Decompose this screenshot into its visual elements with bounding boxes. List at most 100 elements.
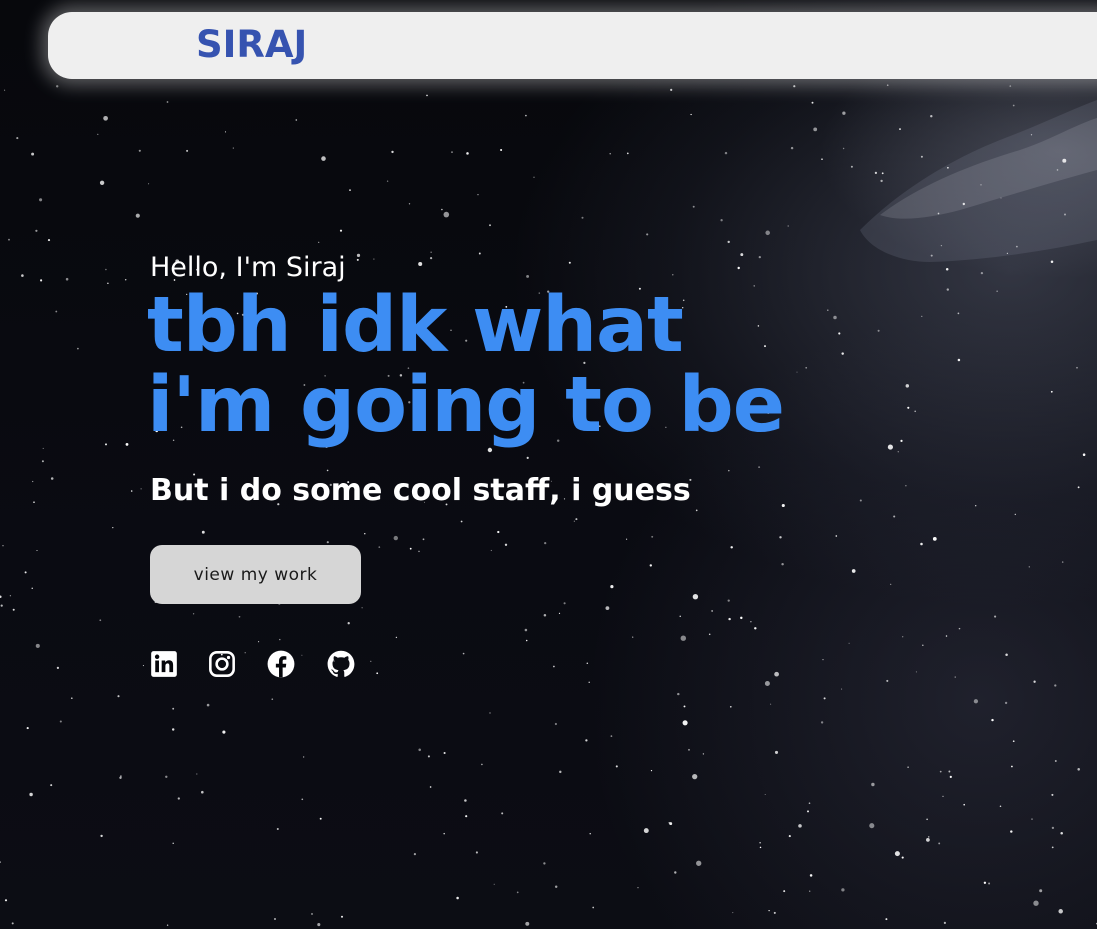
star <box>317 923 321 927</box>
star <box>97 133 99 135</box>
navbar: SIRAJ <box>48 12 1097 79</box>
star <box>841 352 844 355</box>
star <box>702 753 705 755</box>
star <box>559 770 562 774</box>
star <box>166 924 169 926</box>
star <box>900 439 903 443</box>
star <box>983 881 987 884</box>
star <box>311 913 313 915</box>
star <box>475 851 478 854</box>
star <box>391 150 394 154</box>
star <box>588 681 590 684</box>
star <box>192 613 195 615</box>
star <box>605 606 610 610</box>
star <box>947 166 949 169</box>
site-logo[interactable]: SIRAJ <box>196 22 307 68</box>
star <box>1033 680 1036 683</box>
star <box>730 546 733 549</box>
star <box>881 172 884 175</box>
star <box>790 146 794 150</box>
star <box>637 887 639 889</box>
star <box>112 527 114 529</box>
star <box>650 770 653 772</box>
star <box>808 802 811 804</box>
star <box>589 833 591 835</box>
star <box>301 798 304 801</box>
star <box>833 315 837 320</box>
star <box>274 918 276 920</box>
star <box>886 679 889 682</box>
github-link[interactable] <box>327 650 355 678</box>
star <box>902 636 904 638</box>
star <box>937 212 940 215</box>
star <box>429 256 433 260</box>
star <box>679 615 681 617</box>
star <box>130 490 133 492</box>
star <box>408 203 411 205</box>
star <box>945 268 949 271</box>
star <box>138 149 141 152</box>
star <box>692 594 699 600</box>
star <box>1051 793 1054 796</box>
star <box>1039 889 1043 893</box>
star <box>26 727 29 730</box>
star <box>422 538 425 541</box>
instagram-link[interactable] <box>208 650 236 678</box>
star <box>759 846 762 849</box>
star <box>321 156 326 161</box>
star <box>429 786 432 788</box>
star <box>922 644 924 647</box>
star <box>172 842 174 845</box>
star <box>41 460 44 463</box>
star <box>805 366 808 369</box>
star <box>1010 830 1013 833</box>
star <box>920 542 923 546</box>
star <box>460 520 463 523</box>
star <box>206 703 210 707</box>
star <box>980 184 982 186</box>
star <box>413 853 416 856</box>
star <box>781 562 784 566</box>
star <box>326 469 329 472</box>
star <box>930 115 933 118</box>
star <box>973 699 979 704</box>
star <box>525 114 527 117</box>
linkedin-link[interactable] <box>150 650 178 678</box>
star <box>711 610 713 612</box>
star <box>949 775 952 779</box>
star <box>729 705 732 708</box>
facebook-link[interactable] <box>267 650 295 678</box>
star <box>975 505 977 507</box>
star <box>544 541 547 545</box>
star <box>349 189 351 192</box>
star <box>940 244 943 247</box>
star <box>1050 260 1054 263</box>
star <box>1005 653 1008 656</box>
star <box>646 233 649 236</box>
star <box>99 180 105 185</box>
star <box>850 165 853 168</box>
star <box>489 224 491 227</box>
star <box>887 444 893 450</box>
star <box>456 896 459 900</box>
star <box>364 533 366 535</box>
star <box>65 277 69 281</box>
star <box>16 137 19 140</box>
star <box>50 477 54 480</box>
star <box>787 225 789 227</box>
star <box>1050 390 1053 393</box>
star <box>885 918 888 921</box>
star <box>1015 245 1018 248</box>
star <box>930 254 933 257</box>
star <box>172 707 175 710</box>
star <box>0 595 2 599</box>
star <box>347 622 350 625</box>
star <box>957 312 960 315</box>
view-my-work-button[interactable]: view my work <box>150 545 361 604</box>
star <box>770 703 772 705</box>
star <box>669 822 673 826</box>
star <box>793 85 796 88</box>
star <box>526 274 530 278</box>
star <box>728 469 730 472</box>
star <box>526 456 529 459</box>
